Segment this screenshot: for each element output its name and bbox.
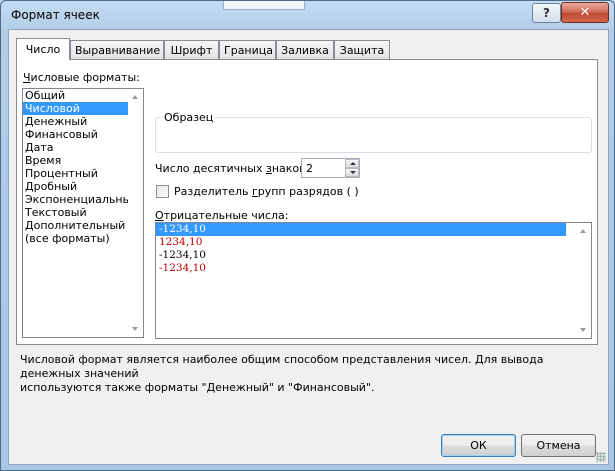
negative-format-item[interactable]: -1234,10 bbox=[156, 223, 566, 236]
tab-fill[interactable]: Заливка bbox=[276, 40, 334, 59]
thousands-separator-checkbox[interactable] bbox=[156, 185, 169, 198]
tab-protection[interactable]: Защита bbox=[334, 40, 390, 59]
format-list-item[interactable]: Общий bbox=[23, 89, 143, 102]
spinner-down-arrow-icon bbox=[349, 171, 356, 174]
negative-numbers-list[interactable]: -1234,10 1234,10 -1234,10 -1234,10 bbox=[155, 222, 592, 339]
number-formats-items: Общий Числовой Денежный Финансовый Дата Время… bbox=[23, 89, 143, 245]
spinner-down-button[interactable] bbox=[345, 168, 359, 177]
decimal-places-value[interactable]: 2 bbox=[306, 162, 313, 175]
decimal-places-spinner[interactable]: 2 bbox=[301, 158, 360, 178]
negative-numbers-label: Отрицательные числа: bbox=[155, 209, 288, 222]
description-line-1: Числовой формат является наиболее общим … bbox=[20, 353, 544, 380]
format-description: Числовой формат является наиболее общим … bbox=[20, 353, 600, 395]
sample-group: Образец bbox=[155, 111, 592, 153]
scroll-down-arrow-icon[interactable] bbox=[132, 327, 138, 331]
negative-numbers-label-mnemonic: О bbox=[155, 209, 164, 222]
format-list-item[interactable]: Дробный bbox=[23, 180, 143, 193]
tab-border[interactable]: Граница bbox=[219, 40, 276, 59]
resize-grip-icon[interactable] bbox=[596, 452, 606, 462]
negative-format-item[interactable]: 1234,10 bbox=[156, 236, 566, 249]
format-list-item[interactable]: Экспоненциальный bbox=[23, 193, 143, 206]
separator-label-text: Разделитель bbox=[174, 185, 252, 198]
spinner-buttons bbox=[345, 159, 359, 177]
sample-label: Образец bbox=[162, 111, 216, 124]
description-line-2: используются также форматы "Денежный" и … bbox=[20, 381, 375, 394]
window-title: Формат ячеек bbox=[11, 8, 100, 22]
decimal-places-label-text: Число десятичных bbox=[155, 162, 266, 175]
format-list-item[interactable]: (все форматы) bbox=[23, 232, 143, 245]
close-button[interactable]: ✕ bbox=[561, 2, 609, 23]
tab-panel-number: Числовые форматы: Общий Числовой Денежный Ф… bbox=[16, 59, 598, 345]
format-list-item[interactable]: Время bbox=[23, 154, 143, 167]
ok-button[interactable]: ОК bbox=[441, 434, 516, 457]
negative-format-item[interactable]: -1234,10 bbox=[156, 262, 566, 275]
thousands-separator-label[interactable]: Разделитель групп разрядов ( ) bbox=[174, 185, 359, 198]
format-list-item[interactable]: Финансовый bbox=[23, 128, 143, 141]
scroll-up-arrow-icon[interactable] bbox=[132, 95, 138, 99]
scroll-down-arrow-icon[interactable] bbox=[580, 328, 586, 332]
scroll-up-arrow-icon[interactable] bbox=[580, 229, 586, 233]
tab-font[interactable]: Шрифт bbox=[164, 40, 219, 59]
number-formats-label-mnemonic: Ч bbox=[23, 71, 31, 84]
negative-numbers-label-text: трицательные числа: bbox=[163, 209, 289, 222]
separator-label-end: рупп разрядов ( ) bbox=[257, 185, 359, 198]
negative-format-item[interactable]: -1234,10 bbox=[156, 249, 566, 262]
spinner-up-button[interactable] bbox=[345, 159, 359, 168]
cancel-button[interactable]: Отмена bbox=[521, 434, 596, 457]
format-list-item[interactable]: Дата bbox=[23, 141, 143, 154]
negative-scrollbar[interactable] bbox=[576, 223, 591, 338]
title-bar-decoration bbox=[223, 1, 305, 10]
format-list-item[interactable]: Числовой bbox=[23, 102, 143, 115]
negative-numbers-items: -1234,10 1234,10 -1234,10 -1234,10 bbox=[156, 223, 591, 275]
help-button[interactable]: ? bbox=[532, 3, 561, 23]
format-list-item[interactable]: Текстовый bbox=[23, 206, 143, 219]
formats-scrollbar[interactable] bbox=[128, 89, 143, 337]
title-bar[interactable]: Формат ячеек ? ✕ bbox=[1, 1, 614, 29]
format-list-item[interactable]: Денежный bbox=[23, 115, 143, 128]
number-formats-list[interactable]: Общий Числовой Денежный Финансовый Дата Время… bbox=[22, 88, 144, 338]
format-list-item[interactable]: Дополнительный bbox=[23, 219, 143, 232]
tab-alignment[interactable]: Выравнивание bbox=[70, 40, 164, 59]
decimal-places-label: Число десятичных знаков: bbox=[155, 162, 309, 175]
number-formats-label-text: исловые форматы: bbox=[30, 71, 140, 84]
tab-number[interactable]: Число bbox=[16, 38, 70, 60]
format-list-item[interactable]: Процентный bbox=[23, 167, 143, 180]
dialog-window: Формат ячеек ? ✕ Число Выравнивание Шриф… bbox=[0, 0, 615, 471]
number-formats-label: Числовые форматы: bbox=[23, 71, 140, 84]
spinner-up-arrow-icon bbox=[349, 162, 356, 165]
dialog-body: Число Выравнивание Шрифт Граница Заливка… bbox=[8, 29, 609, 465]
